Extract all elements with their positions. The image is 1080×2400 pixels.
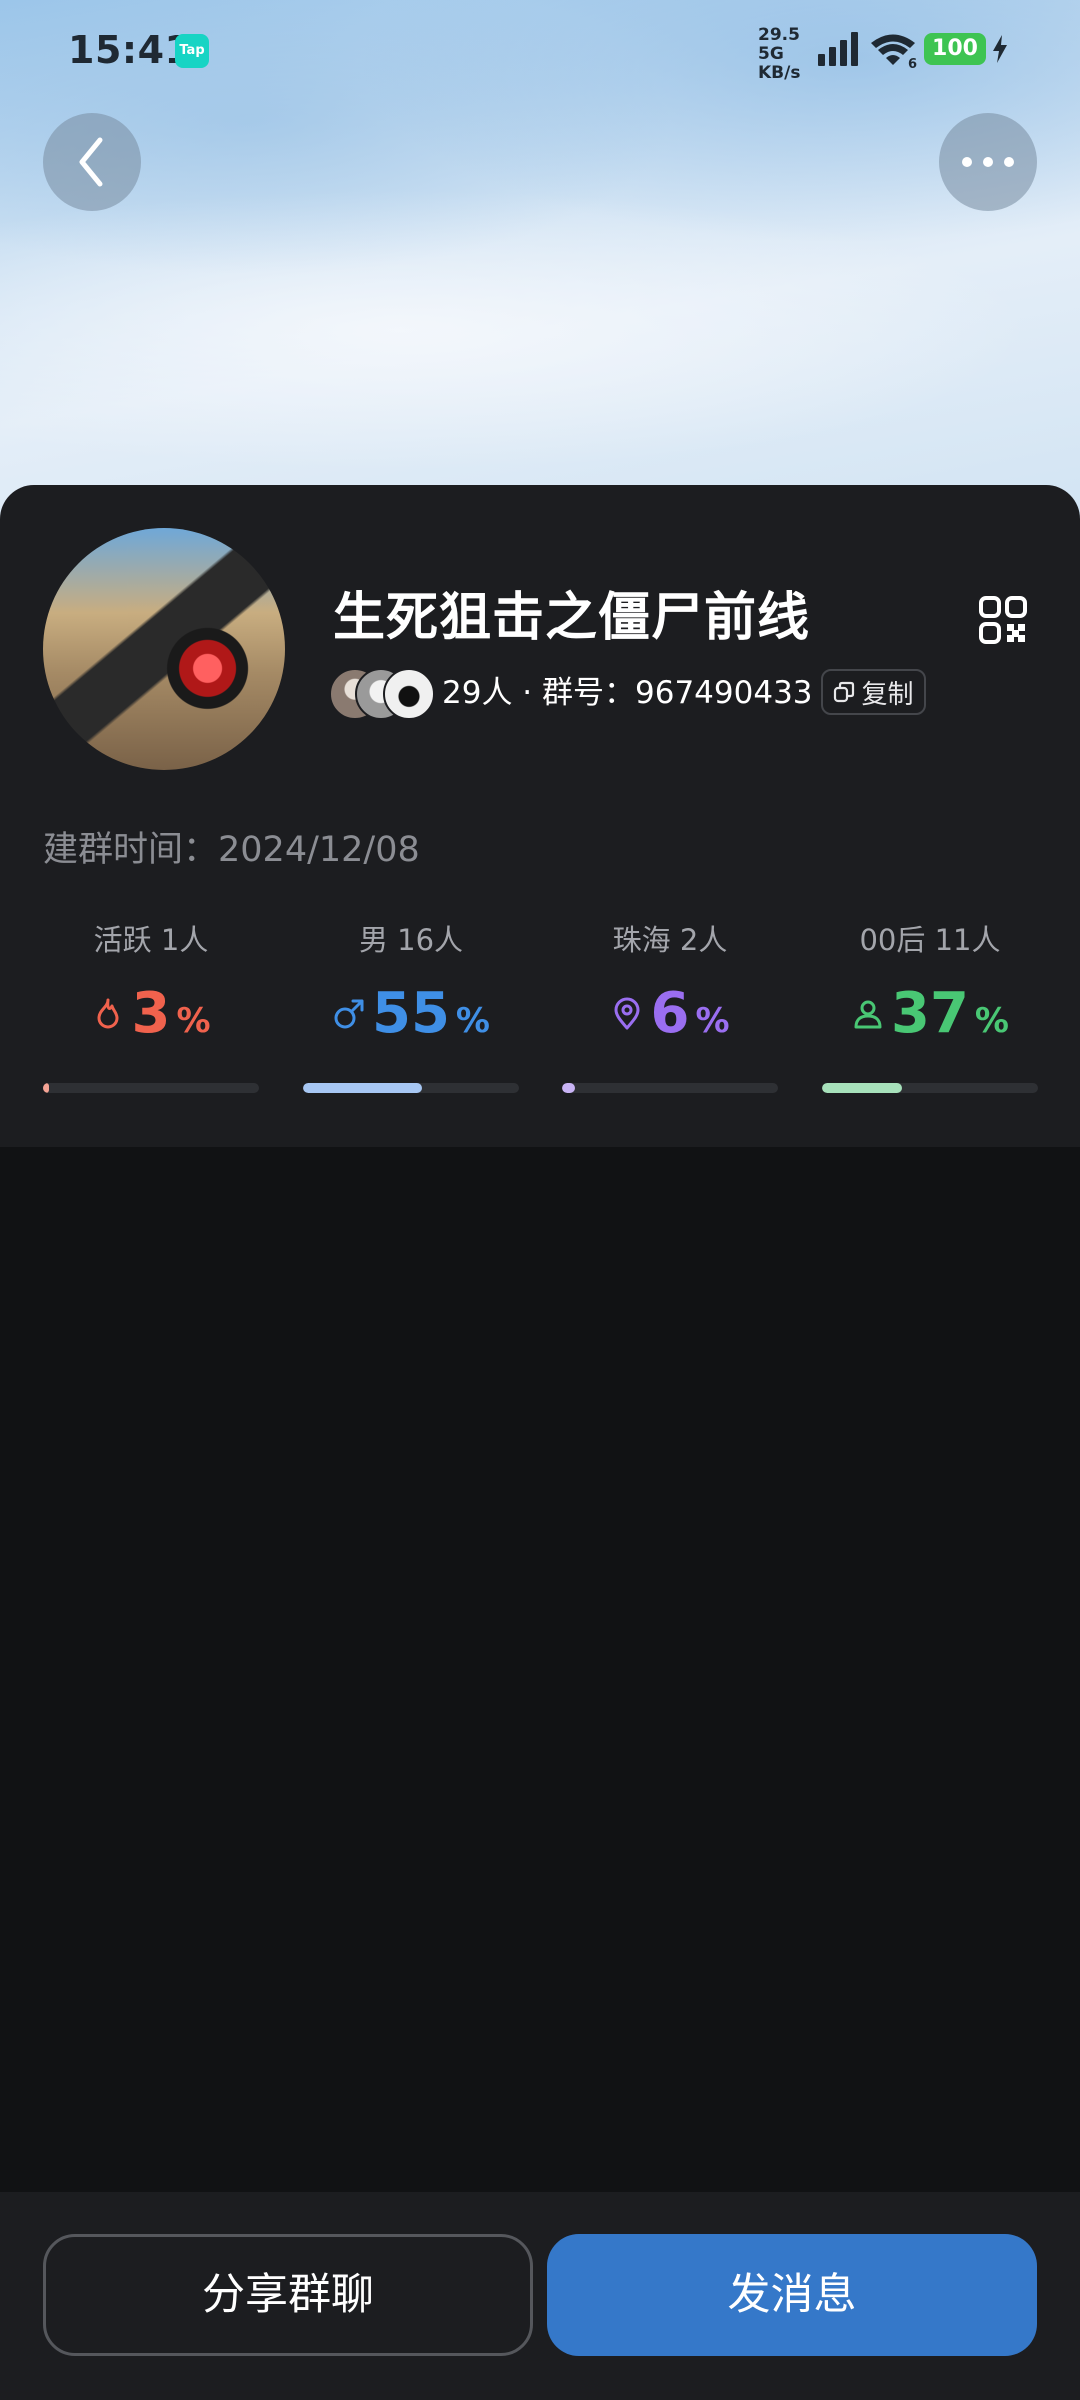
more-dots-icon [962, 157, 1014, 167]
stat-number: 55 [371, 981, 450, 1046]
group-profile-page: 15:41 Tap 29.5 5G KB/s 6 100 生死狙击之僵尸前线 2… [0, 0, 1080, 2400]
stat-number: 3 [131, 981, 171, 1046]
founded-value: 2024/12/08 [218, 830, 420, 870]
stat-male[interactable]: 男 16人 55 % [303, 917, 519, 1046]
copy-icon [834, 681, 855, 703]
stat-location-fill [562, 1083, 575, 1093]
group-id-label: 群号： [542, 675, 636, 711]
group-info-line: 29人 · 群号：967490433 [442, 671, 813, 715]
send-message-button[interactable]: 发消息 [547, 2234, 1037, 2356]
stat-unit: % [695, 1001, 730, 1041]
more-options-button[interactable] [939, 113, 1037, 211]
person-icon [854, 1000, 882, 1028]
network-speed: 29.5 5G KB/s [758, 26, 818, 83]
stat-value: 55 % [303, 981, 519, 1046]
flame-icon [97, 998, 119, 1028]
back-button[interactable] [43, 113, 141, 211]
stat-number: 6 [650, 981, 690, 1046]
share-group-button[interactable]: 分享群聊 [43, 2234, 533, 2356]
location-pin-icon [614, 997, 640, 1029]
stat-active-fill [43, 1083, 50, 1093]
tap-app-icon: Tap [175, 34, 209, 68]
male-icon [334, 999, 364, 1028]
stat-active-bar [43, 1083, 259, 1093]
cellular-signal-icon [818, 30, 860, 66]
wifi-badge: 6 [908, 57, 917, 70]
stat-location[interactable]: 珠海 2人 6 % [562, 917, 778, 1046]
info-separator: · [512, 675, 543, 711]
battery-indicator: 100 [924, 33, 986, 65]
header-background [0, 0, 1080, 520]
copy-group-id-button[interactable]: 复制 [821, 669, 926, 715]
founded-label: 建群时间： [43, 830, 219, 870]
stat-male-bar [303, 1083, 519, 1093]
founded-date: 建群时间：2024/12/08 [43, 821, 420, 872]
charging-bolt-icon [993, 35, 1007, 63]
wifi-icon: 6 [871, 34, 917, 70]
status-time: 15:41 [68, 28, 192, 72]
stat-unit: % [455, 1001, 490, 1041]
qr-code-icon[interactable] [978, 595, 1028, 645]
stat-male-fill [303, 1083, 422, 1093]
stat-unit: % [974, 1001, 1009, 1041]
stat-label: 00后 11人 [859, 923, 1001, 957]
chevron-left-icon [79, 137, 103, 187]
stat-location-bar [562, 1083, 778, 1093]
bottom-action-bar: 分享群聊 发消息 [0, 2192, 1080, 2400]
network-speed-value: 29.5 [758, 25, 800, 45]
network-speed-unit: KB/s [758, 63, 801, 83]
member-count: 29人 [442, 675, 513, 711]
member-avatar [383, 668, 435, 720]
stat-value: 37 % [822, 981, 1038, 1046]
stat-age-fill [822, 1083, 902, 1093]
stat-label: 活跃 1人 [93, 923, 209, 957]
stat-value: 3 % [43, 981, 259, 1046]
stat-unit: % [176, 1001, 211, 1041]
copy-label: 复制 [861, 679, 914, 710]
stat-number: 37 [890, 981, 969, 1046]
stat-label: 珠海 2人 [612, 923, 728, 957]
network-type: 5G [758, 44, 784, 64]
group-avatar[interactable] [43, 528, 285, 770]
group-name: 生死狙击之僵尸前线 [333, 588, 811, 648]
member-avatar-stack[interactable] [329, 668, 439, 720]
group-id: 967490433 [635, 675, 813, 711]
group-info-card: 生死狙击之僵尸前线 29人 · 群号：967490433 复制 建群时间：202… [0, 485, 1080, 1147]
stat-age-bar [822, 1083, 1038, 1093]
stat-age[interactable]: 00后 11人 37 % [822, 917, 1038, 1046]
stat-value: 6 % [562, 981, 778, 1046]
stat-label: 男 16人 [358, 923, 464, 957]
stat-active[interactable]: 活跃 1人 3 % [43, 917, 259, 1046]
